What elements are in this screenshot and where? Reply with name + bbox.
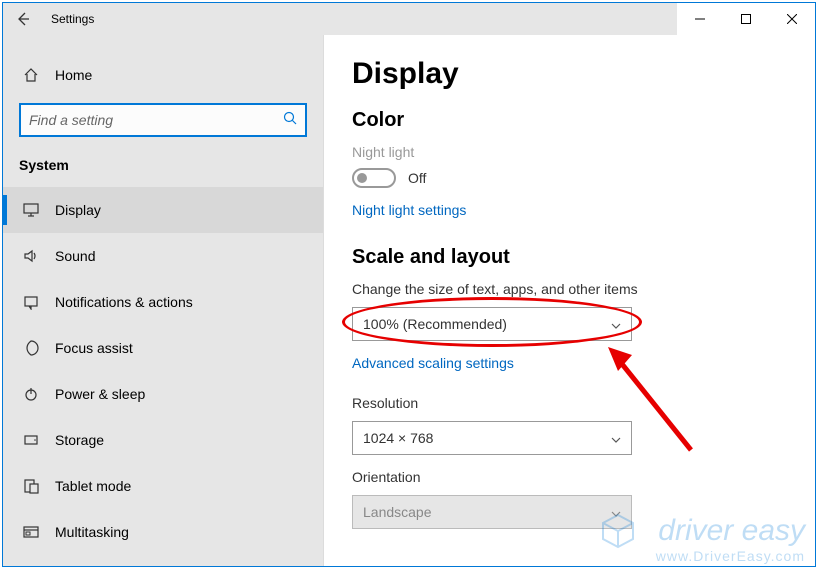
sidebar-item-multitasking[interactable]: Multitasking: [3, 509, 323, 555]
search-input-wrap[interactable]: [19, 103, 307, 137]
advanced-scaling-link[interactable]: Advanced scaling settings: [352, 355, 514, 371]
watermark-line2: www.DriverEasy.com: [595, 548, 805, 564]
sidebar-item-label: Focus assist: [55, 340, 133, 356]
sidebar: Home System Display Sound Notifications & …: [3, 35, 323, 566]
home-button[interactable]: Home: [3, 59, 323, 91]
orientation-label: Orientation: [352, 469, 787, 485]
display-icon: [19, 202, 43, 218]
night-light-settings-link[interactable]: Night light settings: [352, 202, 466, 218]
night-light-state: Off: [408, 170, 426, 186]
night-light-toggle[interactable]: [352, 168, 396, 188]
section-label: System: [3, 157, 323, 187]
search-input[interactable]: [29, 112, 283, 128]
watermark-line1: driver easy: [645, 514, 805, 548]
maximize-button[interactable]: [723, 3, 769, 35]
sidebar-item-storage[interactable]: Storage: [3, 417, 323, 463]
power-sleep-icon: [19, 386, 43, 402]
resolution-label: Resolution: [352, 395, 787, 411]
resolution-value: 1024 × 768: [363, 430, 433, 446]
sound-icon: [19, 248, 43, 264]
sidebar-item-display[interactable]: Display: [3, 187, 323, 233]
scale-dropdown[interactable]: 100% (Recommended): [352, 307, 632, 341]
focus-assist-icon: [19, 340, 43, 356]
home-icon: [19, 67, 43, 83]
close-icon: [787, 14, 797, 24]
chevron-down-icon: [611, 504, 621, 520]
sidebar-item-label: Storage: [55, 432, 104, 448]
sidebar-item-power-sleep[interactable]: Power & sleep: [3, 371, 323, 417]
sidebar-item-notifications[interactable]: Notifications & actions: [3, 279, 323, 325]
storage-icon: [19, 432, 43, 448]
minimize-icon: [695, 14, 705, 24]
back-button[interactable]: [3, 3, 43, 35]
sidebar-item-label: Display: [55, 202, 101, 218]
sidebar-item-label: Power & sleep: [55, 386, 145, 402]
maximize-icon: [741, 14, 751, 24]
close-button[interactable]: [769, 3, 815, 35]
settings-window: Settings Home System: [2, 2, 816, 567]
resolution-dropdown[interactable]: 1024 × 768: [352, 421, 632, 455]
notifications-icon: [19, 294, 43, 310]
chevron-down-icon: [611, 316, 621, 332]
tablet-mode-icon: [19, 478, 43, 494]
sidebar-item-sound[interactable]: Sound: [3, 233, 323, 279]
orientation-value: Landscape: [363, 504, 432, 520]
window-title: Settings: [43, 12, 94, 26]
sidebar-item-label: Notifications & actions: [55, 294, 193, 310]
home-label: Home: [55, 67, 92, 83]
scale-heading: Scale and layout: [352, 246, 787, 269]
search-icon: [283, 111, 297, 130]
page-title: Display: [352, 57, 787, 91]
sidebar-item-tablet-mode[interactable]: Tablet mode: [3, 463, 323, 509]
scale-value: 100% (Recommended): [363, 316, 507, 332]
multitasking-icon: [19, 524, 43, 540]
scale-label: Change the size of text, apps, and other…: [352, 281, 787, 297]
sidebar-item-focus-assist[interactable]: Focus assist: [3, 325, 323, 371]
sidebar-item-label: Tablet mode: [55, 478, 131, 494]
chevron-down-icon: [611, 430, 621, 446]
color-heading: Color: [352, 109, 787, 132]
titlebar: Settings: [3, 3, 815, 35]
sidebar-item-label: Multitasking: [55, 524, 129, 540]
arrow-left-icon: [15, 11, 31, 27]
main-panel: Display Color Night light Off Night ligh…: [324, 35, 815, 566]
minimize-button[interactable]: [677, 3, 723, 35]
night-light-label: Night light: [352, 144, 787, 160]
orientation-dropdown[interactable]: Landscape: [352, 495, 632, 529]
sidebar-item-label: Sound: [55, 248, 95, 264]
